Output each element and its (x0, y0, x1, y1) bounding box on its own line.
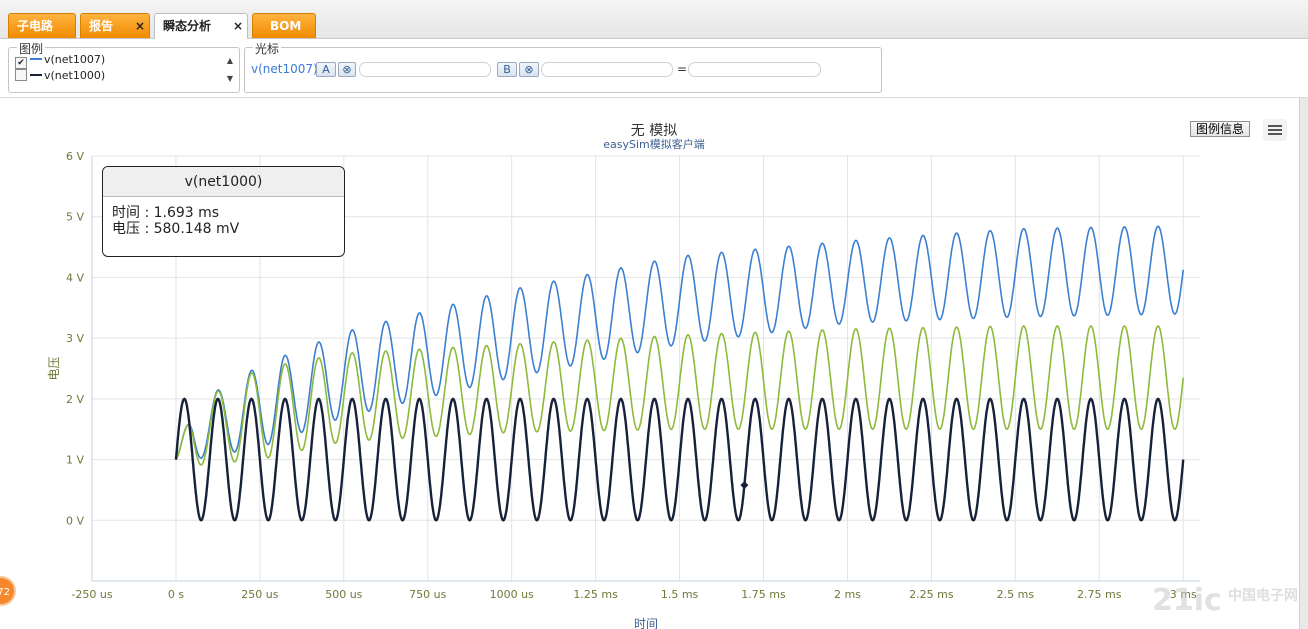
tab-label: BOM (270, 19, 302, 33)
cursor-b-button[interactable]: B (497, 62, 517, 77)
cursor-signal-label: v(net1007) (251, 62, 318, 76)
tooltip-time: 时间 : 1.693 ms (112, 205, 220, 221)
tooltip-series: v(net1000) (103, 167, 344, 197)
checkbox-checked[interactable]: ✔ (15, 57, 27, 69)
tab-bom[interactable]: BOM (252, 13, 316, 38)
legend-item[interactable]: ✔ v(net1007) (15, 53, 106, 69)
x-tick-label: -250 us (71, 588, 112, 601)
legend-item-label: v(net1007) (44, 53, 106, 66)
x-tick-label: 1000 us (490, 588, 534, 601)
cursor-b-field[interactable] (541, 62, 673, 77)
waveform-chart: 无 模拟 easySim模拟客户端 图例信息 -250 us 0 s 250 us 5… (0, 98, 1308, 629)
tab-label: 报告 (89, 19, 114, 33)
equals-sign: = (677, 62, 688, 76)
data-tooltip: v(net1000) 时间 : 1.693 ms 电压 : 580.148 mV (102, 166, 345, 257)
cursor-diff-field[interactable] (688, 62, 821, 77)
tab-report[interactable]: 报告 × (80, 13, 150, 38)
right-scrollbar[interactable] (1299, 98, 1308, 629)
clear-b-icon[interactable]: ⊗ (519, 62, 539, 77)
x-tick-label: 750 us (409, 588, 446, 601)
x-tick-label: 250 us (241, 588, 278, 601)
watermark: 21ic (1152, 583, 1222, 618)
y-tick-label: 1 V (66, 454, 84, 467)
x-tick-label: 1.5 ms (661, 588, 699, 601)
x-tick-label: 2 ms (834, 588, 861, 601)
y-tick-label: 3 V (66, 332, 84, 345)
close-icon[interactable]: × (135, 14, 145, 38)
y-tick-label: 5 V (66, 211, 84, 224)
tab-bar: 子电路 报告 × 瞬态分析 × BOM (0, 0, 1308, 39)
tab-subcircuit[interactable]: 子电路 (8, 13, 76, 38)
y-tick-label: 0 V (66, 514, 84, 527)
y-axis-label: 电压 (47, 356, 61, 380)
cursor-panel-title: 光标 (253, 40, 282, 57)
analysis-toolbar: 图例 ✔ v(net1007) v(net1000) ▲ ▼ 光标 v(net10… (0, 39, 1308, 98)
x-tick-label: 500 us (325, 588, 362, 601)
cursor-a-button[interactable]: A (316, 62, 336, 77)
clear-a-icon[interactable]: ⊗ (338, 62, 356, 77)
checkbox-unchecked[interactable] (15, 69, 27, 81)
x-tick-label: 1.25 ms (573, 588, 618, 601)
close-icon[interactable]: × (233, 14, 243, 38)
x-axis-label: 时间 (634, 617, 658, 629)
cursor-a-field[interactable] (359, 62, 491, 77)
scroll-down-icon[interactable]: ▼ (227, 74, 233, 83)
watermark-text: 中国电子网 (1228, 588, 1298, 604)
tab-label: 瞬态分析 (163, 19, 212, 33)
series-swatch (30, 58, 42, 60)
y-tick-label: 4 V (66, 271, 84, 284)
x-tick-label: 0 s (168, 588, 184, 601)
series-swatch (30, 74, 42, 76)
tab-label: 子电路 (17, 19, 54, 33)
legend-item-label: v(net1000) (44, 69, 106, 82)
tooltip-voltage: 电压 : 580.148 mV (112, 221, 240, 237)
y-tick-label: 2 V (66, 393, 84, 406)
cursor-panel: 光标 v(net1007) A ⊗ B ⊗ = (244, 40, 882, 93)
legend-panel: 图例 ✔ v(net1007) v(net1000) ▲ ▼ (8, 40, 240, 93)
y-tick-label: 6 V (66, 150, 84, 163)
scroll-up-icon[interactable]: ▲ (227, 56, 233, 65)
tooltip-marker (740, 481, 749, 490)
tab-transient-analysis[interactable]: 瞬态分析 × (154, 13, 248, 39)
x-tick-label: 2.5 ms (997, 588, 1035, 601)
legend-item[interactable]: v(net1000) (15, 69, 105, 83)
x-tick-label: 2.75 ms (1077, 588, 1122, 601)
x-tick-label: 2.25 ms (909, 588, 954, 601)
x-tick-label: 1.75 ms (741, 588, 786, 601)
